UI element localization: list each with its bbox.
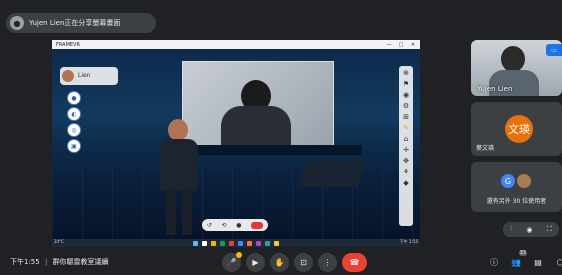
- taskbar-app-icon[interactable]: [274, 240, 279, 246]
- camera-icon[interactable]: ◉: [526, 226, 532, 234]
- taskbar-app-icon[interactable]: [193, 240, 198, 246]
- camera-badge-icon: ▭: [546, 44, 562, 56]
- taskbar-app-icon[interactable]: [211, 240, 216, 246]
- presenter-avatar: ●: [10, 16, 24, 30]
- vr-tool-4-icon[interactable]: ▣: [67, 139, 81, 153]
- minimize-icon[interactable]: —: [386, 42, 392, 48]
- maximize-icon[interactable]: □: [398, 42, 404, 48]
- mic-icon: 🎤: [226, 258, 237, 267]
- taskbar-weather: 24°C: [54, 239, 64, 244]
- participant-tile-wenying[interactable]: 文瑛 葉文瑛: [471, 102, 562, 156]
- vr-right-tool-icon[interactable]: ◉: [403, 91, 409, 99]
- info-button[interactable]: ⓘ: [486, 253, 502, 271]
- mic-off-icon[interactable]: ⫶: [510, 225, 512, 234]
- vr-video-screen: [182, 61, 334, 150]
- user-avatar: [62, 70, 74, 82]
- avatar: G: [501, 174, 515, 188]
- hand-icon: ✋: [274, 258, 285, 267]
- vr-scene: Lien ● ◐ ◎ ▣ ⊕ ⚑ ◉ ⚙ ⊞ ✎ ⌂ ✛ ✥ ⚘ ◆ ↺ ⟲ ●: [52, 49, 420, 239]
- vr-avatar: [160, 119, 200, 239]
- more-options-button[interactable]: ⋮: [318, 253, 337, 272]
- taskbar-app-icon[interactable]: [229, 240, 234, 246]
- record-button[interactable]: [251, 221, 264, 229]
- window-titlebar: FRAMEVR — □ ✕: [52, 40, 420, 49]
- mic-button[interactable]: 🎤: [222, 252, 242, 272]
- close-icon[interactable]: ✕: [410, 42, 416, 48]
- expand-icon[interactable]: ⛶: [547, 225, 552, 234]
- camera-button[interactable]: ▶: [246, 253, 265, 272]
- vr-tool-2-icon[interactable]: ◐: [67, 107, 81, 121]
- meeting-side-icons: ⓘ 👥 33 ▤ ⬡: [486, 250, 562, 271]
- self-view-controls: ⫶ ◉ ⛶: [503, 222, 559, 237]
- presenter-body: [221, 106, 291, 150]
- vr-right-tool-icon[interactable]: ⌂: [404, 135, 408, 143]
- end-call-button[interactable]: ☎: [342, 253, 367, 272]
- presenter-text: Yujen Lien正在分享螢幕畫面: [29, 19, 121, 27]
- present-icon: ⊡: [300, 258, 307, 267]
- meeting-info: 下午1:55 | 群你驅雷教室議續: [10, 257, 109, 267]
- taskbar-app-icon[interactable]: [247, 240, 252, 246]
- vr-right-toolbar: ⊕ ⚑ ◉ ⚙ ⊞ ✎ ⌂ ✛ ✥ ⚘ ◆: [399, 66, 413, 226]
- redo-icon[interactable]: ⟲: [222, 222, 227, 229]
- taskbar-app-icon[interactable]: [256, 240, 261, 246]
- camera-icon: ▶: [252, 258, 259, 267]
- taskbar-app-icon[interactable]: [238, 240, 243, 246]
- window-title: FRAMEVR: [56, 41, 80, 48]
- vr-table: [297, 161, 367, 187]
- user-label: Lien: [78, 72, 91, 79]
- vr-right-tool-icon[interactable]: ⚘: [403, 168, 409, 176]
- vr-right-tool-icon[interactable]: ⊕: [403, 69, 409, 77]
- present-button[interactable]: ⊡: [294, 253, 313, 272]
- divider: |: [44, 258, 48, 266]
- chat-icon: ▤: [534, 257, 542, 267]
- activities-icon: ⬡: [556, 257, 562, 267]
- record-dot-icon[interactable]: ●: [236, 222, 241, 229]
- others-count-text: 還有另外 30 位使用者: [486, 198, 547, 205]
- vr-right-tool-icon[interactable]: ✥: [403, 157, 409, 165]
- mic-status-dot: [236, 252, 242, 258]
- vr-tool-1-icon[interactable]: ●: [67, 91, 81, 105]
- activities-button[interactable]: ⬡: [552, 253, 562, 271]
- undo-icon[interactable]: ↺: [207, 222, 212, 229]
- os-taskbar: [52, 239, 420, 247]
- info-icon: ⓘ: [490, 257, 498, 267]
- participant-name: Yujen Lien: [477, 85, 513, 93]
- raise-hand-button[interactable]: ✋: [270, 253, 289, 272]
- meeting-name: 群你驅雷教室議續: [52, 258, 109, 266]
- people-button[interactable]: 👥 33: [508, 250, 527, 271]
- vr-right-tool-icon[interactable]: ⚙: [403, 102, 409, 110]
- meeting-time: 下午1:55: [10, 258, 40, 266]
- vr-right-tool-icon[interactable]: ✛: [403, 146, 409, 154]
- vr-right-tool-icon[interactable]: ⚑: [403, 80, 409, 88]
- vr-right-tool-icon[interactable]: ⊞: [403, 113, 409, 121]
- hang-up-icon: ☎: [349, 258, 360, 267]
- vr-user-panel[interactable]: Lien: [60, 67, 118, 85]
- chat-button[interactable]: ▤: [530, 253, 546, 271]
- shared-screen: FRAMEVR — □ ✕ Lien ● ◐ ◎ ▣ ⊕ ⚑ ◉ ⚙ ⊞ ✎ ⌂…: [52, 40, 420, 247]
- taskbar-app-icon[interactable]: [265, 240, 270, 246]
- avatar: 文瑛: [505, 115, 533, 143]
- people-icon: 👥: [511, 257, 521, 267]
- others-tile[interactable]: G 還有另外 30 位使用者: [471, 162, 562, 212]
- taskbar-app-icon[interactable]: [220, 240, 225, 246]
- vr-tool-3-icon[interactable]: ◎: [67, 123, 81, 137]
- presenter-chip: ● Yujen Lien正在分享螢幕畫面: [6, 13, 156, 33]
- participant-name: 葉文瑛: [476, 145, 495, 152]
- taskbar-clock: 下午 1:55: [399, 239, 418, 244]
- more-vertical-icon: ⋮: [323, 258, 332, 267]
- participant-tile-yujen[interactable]: ▭ Yujen Lien: [471, 40, 562, 96]
- vr-right-tool-icon[interactable]: ✎: [403, 124, 409, 132]
- vr-right-tool-icon[interactable]: ◆: [403, 179, 408, 187]
- taskbar-app-icon[interactable]: [202, 240, 207, 246]
- people-count-badge: 33: [518, 250, 527, 256]
- vr-bottom-controls: ↺ ⟲ ●: [202, 219, 268, 231]
- avatar: [517, 174, 531, 188]
- call-controls: 🎤 ▶ ✋ ⊡ ⋮ ☎: [222, 252, 367, 273]
